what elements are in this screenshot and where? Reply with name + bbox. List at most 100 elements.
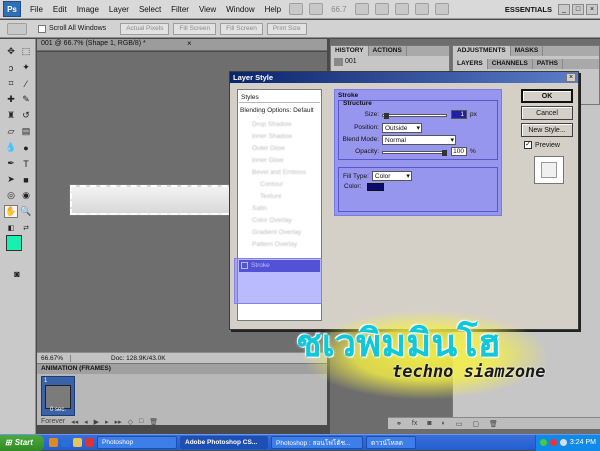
menu-select[interactable]: Select bbox=[134, 5, 166, 14]
style-pattern-overlay[interactable]: Pattern Overlay bbox=[240, 240, 320, 250]
task-adobe-photoshop[interactable]: Adobe Photoshop CS... bbox=[180, 436, 268, 449]
tab-paths[interactable]: PATHS bbox=[533, 59, 563, 69]
task-downloads[interactable]: ดาวน์โหลด bbox=[366, 436, 416, 449]
rotate-view-icon[interactable] bbox=[394, 3, 409, 15]
new-style-button[interactable]: New Style... bbox=[521, 123, 573, 137]
task-firefox-tutorial[interactable]: Photoshop : สอนโฟโต้ช... bbox=[271, 436, 363, 449]
preview-checkbox-row[interactable]: ✓ Preview bbox=[524, 141, 560, 149]
tab-channels[interactable]: CHANNELS bbox=[488, 59, 533, 69]
fill-screen-button-2[interactable]: Fill Screen bbox=[220, 22, 263, 35]
folder-icon[interactable] bbox=[73, 438, 82, 447]
tab-actions[interactable]: ACTIONS bbox=[369, 46, 407, 56]
new-group-icon[interactable]: ▭ bbox=[456, 420, 463, 428]
style-inner-glow[interactable]: Inner Glow bbox=[240, 156, 320, 166]
style-satin[interactable]: Satin bbox=[240, 204, 320, 214]
tween-icon[interactable]: ◇ bbox=[128, 418, 133, 426]
opacity-slider-knob[interactable] bbox=[442, 150, 447, 156]
media-icon[interactable] bbox=[85, 438, 94, 447]
close-button[interactable]: × bbox=[586, 3, 598, 15]
fill-type-select[interactable]: Color bbox=[371, 171, 412, 181]
path-selection-icon[interactable]: ➤ bbox=[4, 173, 18, 186]
style-gradient-overlay[interactable]: Gradient Overlay bbox=[240, 228, 320, 238]
shape-tool-icon[interactable]: ■ bbox=[19, 173, 33, 186]
blend-mode-select[interactable]: Normal bbox=[382, 135, 456, 145]
frame-delay[interactable]: 0 sec. bbox=[42, 407, 74, 413]
last-frame-icon[interactable]: ▸▸ bbox=[115, 418, 122, 426]
size-slider[interactable] bbox=[382, 113, 447, 119]
start-button[interactable]: ⊞ Start bbox=[0, 434, 44, 451]
link-layers-icon[interactable]: ⚭ bbox=[396, 420, 402, 428]
print-size-button[interactable]: Print Size bbox=[266, 22, 307, 35]
3d-rotate-icon[interactable]: ◎ bbox=[4, 189, 18, 202]
menu-file[interactable]: File bbox=[25, 5, 48, 14]
new-frame-icon[interactable]: □ bbox=[139, 418, 143, 426]
type-tool-icon[interactable]: T bbox=[19, 157, 33, 170]
tab-masks[interactable]: MASKS bbox=[511, 46, 544, 56]
zoom-level-readout[interactable]: 66.7 bbox=[326, 5, 352, 14]
opacity-input[interactable]: 100 bbox=[451, 147, 467, 156]
menu-image[interactable]: Image bbox=[72, 5, 104, 14]
style-texture[interactable]: Texture bbox=[240, 192, 320, 202]
menu-layer[interactable]: Layer bbox=[104, 5, 134, 14]
ie-icon[interactable] bbox=[61, 438, 70, 447]
zoom-value[interactable]: 66.67% bbox=[37, 354, 71, 362]
marquee-tool-icon[interactable]: ⬚ bbox=[19, 45, 33, 58]
previous-frame-icon[interactable]: ◂ bbox=[84, 418, 88, 426]
hand-tool-preset-icon[interactable] bbox=[7, 22, 27, 35]
tab-layers[interactable]: LAYERS bbox=[453, 59, 488, 69]
style-contour[interactable]: Contour bbox=[240, 180, 320, 190]
first-frame-icon[interactable]: ◂◂ bbox=[71, 418, 78, 426]
ok-button[interactable]: OK bbox=[521, 89, 573, 103]
dialog-close-icon[interactable]: × bbox=[566, 73, 576, 82]
position-select[interactable]: Outside bbox=[382, 123, 422, 133]
antivirus-icon[interactable] bbox=[549, 439, 557, 446]
eyedropper-icon[interactable]: ⁄ bbox=[19, 77, 33, 90]
swap-colors-icon[interactable]: ⇄ bbox=[19, 221, 33, 234]
workspace-switcher[interactable]: ESSENTIALS bbox=[505, 5, 552, 14]
preview-checkbox[interactable]: ✓ bbox=[524, 141, 532, 149]
menu-view[interactable]: View bbox=[194, 5, 221, 14]
zoom-icon[interactable] bbox=[374, 3, 389, 15]
clone-stamp-icon[interactable]: ♜ bbox=[4, 109, 18, 122]
stroke-color-swatch[interactable] bbox=[367, 183, 384, 191]
layer-style-icon[interactable]: fx bbox=[412, 420, 417, 427]
fill-screen-button[interactable]: Fill Screen bbox=[173, 22, 217, 35]
style-outer-glow[interactable]: Outer Glow bbox=[240, 144, 320, 154]
opacity-slider[interactable] bbox=[382, 150, 447, 156]
crop-tool-icon[interactable]: ⌗ bbox=[4, 77, 18, 90]
tab-history[interactable]: HISTORY bbox=[331, 46, 369, 56]
styles-header[interactable]: Styles bbox=[239, 92, 320, 103]
pen-tool-icon[interactable]: ✒ bbox=[4, 157, 18, 170]
screen-mode-icon[interactable] bbox=[434, 3, 449, 15]
style-blending-options[interactable]: Blending Options: Default bbox=[240, 106, 320, 116]
lasso-tool-icon[interactable]: ↄ bbox=[4, 61, 18, 74]
menu-edit[interactable]: Edit bbox=[48, 5, 72, 14]
quick-mask-icon[interactable]: ◙ bbox=[10, 267, 24, 280]
style-color-overlay[interactable]: Color Overlay bbox=[240, 216, 320, 226]
clock[interactable]: 3:24 PM bbox=[570, 439, 596, 446]
menu-window[interactable]: Window bbox=[221, 5, 259, 14]
history-brush-icon[interactable]: ↺ bbox=[19, 109, 33, 122]
zoom-tool-icon[interactable]: 🔍 bbox=[19, 205, 33, 218]
adjustment-layer-icon[interactable]: ◐ bbox=[442, 420, 446, 427]
scroll-all-windows-checkbox[interactable]: Scroll All Windows bbox=[38, 24, 106, 33]
network-icon[interactable] bbox=[539, 439, 547, 446]
3d-orbit-icon[interactable]: ◉ bbox=[19, 189, 33, 202]
default-colors-icon[interactable]: ◧ bbox=[4, 221, 18, 234]
size-slider-knob[interactable] bbox=[384, 113, 389, 119]
brush-tool-icon[interactable]: ✎ bbox=[19, 93, 33, 106]
actual-pixels-button[interactable]: Actual Pixels bbox=[120, 22, 170, 35]
checkbox-box[interactable] bbox=[38, 24, 46, 33]
document-close-icon[interactable]: × bbox=[187, 39, 192, 48]
minibridge-icon[interactable] bbox=[309, 3, 324, 15]
menu-filter[interactable]: Filter bbox=[166, 5, 194, 14]
gradient-tool-icon[interactable]: ▤ bbox=[19, 125, 33, 138]
task-photoshop-folder[interactable]: Photoshop bbox=[97, 436, 177, 449]
foreground-color-swatch[interactable] bbox=[6, 235, 22, 251]
dodge-tool-icon[interactable]: ● bbox=[19, 141, 33, 154]
next-frame-icon[interactable]: ▸ bbox=[105, 418, 109, 426]
minimize-button[interactable]: _ bbox=[558, 3, 570, 15]
style-bevel-emboss[interactable]: Bevel and Emboss bbox=[240, 168, 320, 178]
healing-brush-icon[interactable]: ✚ bbox=[4, 93, 18, 106]
style-drop-shadow[interactable]: Drop Shadow bbox=[240, 120, 320, 130]
